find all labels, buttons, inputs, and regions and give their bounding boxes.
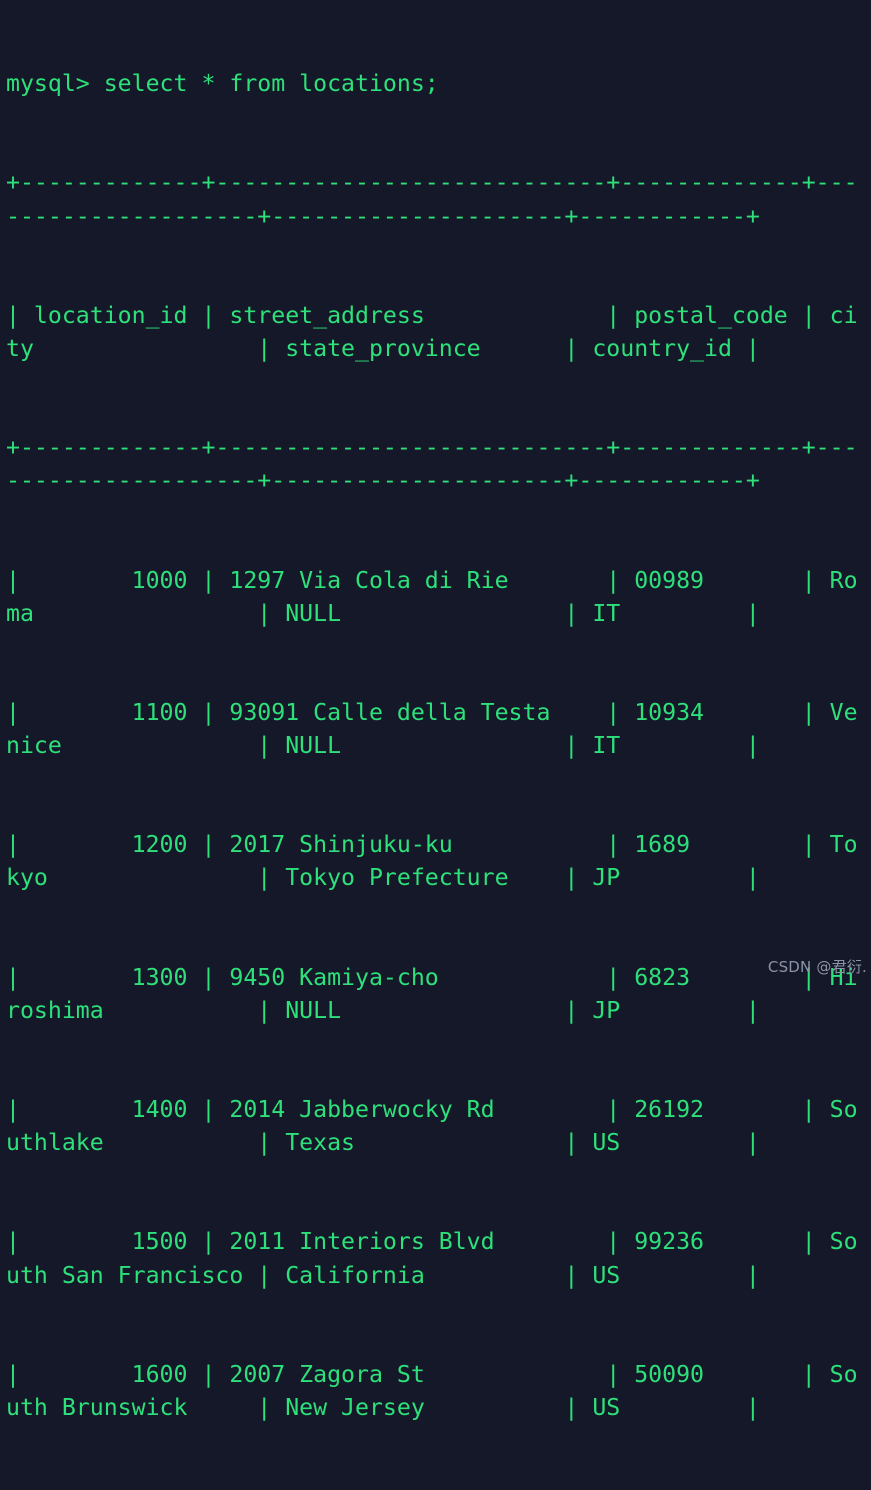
table-row: | 1600 | 2007 Zagora St | 50090 | South …: [6, 1360, 858, 1421]
table-header-row: | location_id | street_address | postal_…: [6, 301, 858, 362]
table-separator-header: +-------------+-------------------------…: [6, 434, 858, 495]
table-separator-top: +-------------+-------------------------…: [6, 169, 858, 230]
table-row: | 1400 | 2014 Jabberwocky Rd | 26192 | S…: [6, 1096, 858, 1157]
table-row: | 1000 | 1297 Via Cola di Rie | 00989 | …: [6, 566, 858, 627]
table-row: | 1300 | 9450 Kamiya-cho | 6823 | Hirosh…: [6, 963, 858, 1024]
prompt-line: mysql> select * from locations;: [6, 70, 439, 98]
table-row: | 1500 | 2011 Interiors Blvd | 99236 | S…: [6, 1228, 858, 1289]
terminal-output-pane[interactable]: mysql> select * from locations; +-------…: [0, 0, 871, 1421]
table-row: | 1200 | 2017 Shinjuku-ku | 1689 | Tokyo…: [6, 831, 858, 892]
table-row: | 1100 | 93091 Calle della Testa | 10934…: [6, 698, 858, 760]
